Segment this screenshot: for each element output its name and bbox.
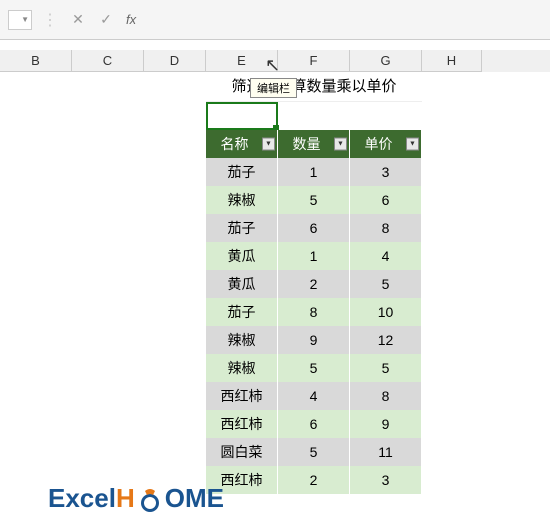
table-header-name[interactable]: 名称 ▼	[206, 130, 278, 158]
table-row: 辣椒55	[0, 354, 550, 382]
table-row: 西红柿69	[0, 410, 550, 438]
filter-icon[interactable]: ▼	[262, 138, 275, 151]
col-header[interactable]: G	[350, 50, 422, 72]
separator-icon: ⋮	[42, 10, 58, 30]
col-header[interactable]: C	[72, 50, 144, 72]
table-header-qty[interactable]: 数量 ▼	[278, 130, 350, 158]
table-row: 圆白菜511	[0, 438, 550, 466]
cell-name[interactable]: 黄瓜	[206, 270, 278, 298]
table-row: 茄子68	[0, 214, 550, 242]
formula-input[interactable]	[142, 10, 542, 30]
cell-name[interactable]: 茄子	[206, 298, 278, 326]
col-header[interactable]: B	[0, 50, 72, 72]
cursor-icon: ↖	[265, 55, 280, 76]
logo: ExcelH OME	[48, 483, 224, 515]
cell-price[interactable]: 3	[350, 158, 422, 186]
table-row: 辣椒912	[0, 326, 550, 354]
cell-price[interactable]: 12	[350, 326, 422, 354]
cell-qty[interactable]: 1	[278, 158, 350, 186]
cell-price[interactable]: 8	[350, 214, 422, 242]
cell-price[interactable]: 9	[350, 410, 422, 438]
cell-price[interactable]: 8	[350, 382, 422, 410]
spreadsheet-grid: B C D E F G H 筛选后计算数量乘以单价 名称 ▼ 数量 ▼	[0, 50, 550, 494]
col-header[interactable]: D	[144, 50, 206, 72]
name-box[interactable]: ▼	[8, 10, 32, 30]
cell-name[interactable]: 辣椒	[206, 326, 278, 354]
logo-mascot-icon	[135, 485, 165, 515]
cell-qty[interactable]: 2	[278, 270, 350, 298]
cell-price[interactable]: 4	[350, 242, 422, 270]
cell-name[interactable]: 茄子	[206, 158, 278, 186]
cell-qty[interactable]: 9	[278, 326, 350, 354]
cell-price[interactable]: 6	[350, 186, 422, 214]
cell-name[interactable]: 黄瓜	[206, 242, 278, 270]
table-row: 西红柿48	[0, 382, 550, 410]
cell-price[interactable]: 5	[350, 354, 422, 382]
formula-bar: ▼ ⋮ ✕ ✓ fx	[0, 0, 550, 40]
logo-text: Excel	[48, 483, 116, 513]
table-row: 黄瓜25	[0, 270, 550, 298]
cell-price[interactable]: 5	[350, 270, 422, 298]
filter-icon[interactable]: ▼	[406, 138, 419, 151]
active-cell[interactable]	[206, 102, 278, 130]
cancel-icon[interactable]: ✕	[68, 10, 88, 30]
cell-qty[interactable]: 4	[278, 382, 350, 410]
table-row: 茄子13	[0, 158, 550, 186]
cell-qty[interactable]: 1	[278, 242, 350, 270]
cell-qty[interactable]: 2	[278, 466, 350, 494]
table-header-price[interactable]: 单价 ▼	[350, 130, 422, 158]
cell-price[interactable]: 11	[350, 438, 422, 466]
tooltip: 编辑栏	[250, 78, 297, 98]
cell-name[interactable]: 西红柿	[206, 410, 278, 438]
cell-name[interactable]: 辣椒	[206, 354, 278, 382]
fx-label[interactable]: fx	[126, 12, 136, 27]
cell-qty[interactable]: 6	[278, 410, 350, 438]
cell-name[interactable]: 茄子	[206, 214, 278, 242]
cell-qty[interactable]: 5	[278, 354, 350, 382]
table-row: 茄子810	[0, 298, 550, 326]
filter-icon[interactable]: ▼	[334, 138, 347, 151]
cell-qty[interactable]: 5	[278, 438, 350, 466]
logo-text: OME	[165, 483, 224, 513]
col-header[interactable]: F	[278, 50, 350, 72]
cell-qty[interactable]: 5	[278, 186, 350, 214]
logo-text: H	[116, 483, 135, 513]
cell-price[interactable]: 10	[350, 298, 422, 326]
cell-name[interactable]: 辣椒	[206, 186, 278, 214]
header-label: 名称	[221, 134, 249, 154]
header-label: 单价	[365, 134, 393, 154]
header-label: 数量	[293, 134, 321, 154]
cell-qty[interactable]: 8	[278, 298, 350, 326]
col-header[interactable]: H	[422, 50, 482, 72]
cell-name[interactable]: 西红柿	[206, 382, 278, 410]
cell-price[interactable]: 3	[350, 466, 422, 494]
cell-name[interactable]: 圆白菜	[206, 438, 278, 466]
cell-qty[interactable]: 6	[278, 214, 350, 242]
title-cell[interactable]: 筛选后计算数量乘以单价	[206, 72, 422, 102]
table-row: 黄瓜14	[0, 242, 550, 270]
confirm-icon[interactable]: ✓	[96, 10, 116, 30]
table-row: 辣椒56	[0, 186, 550, 214]
dropdown-icon: ▼	[21, 15, 29, 24]
